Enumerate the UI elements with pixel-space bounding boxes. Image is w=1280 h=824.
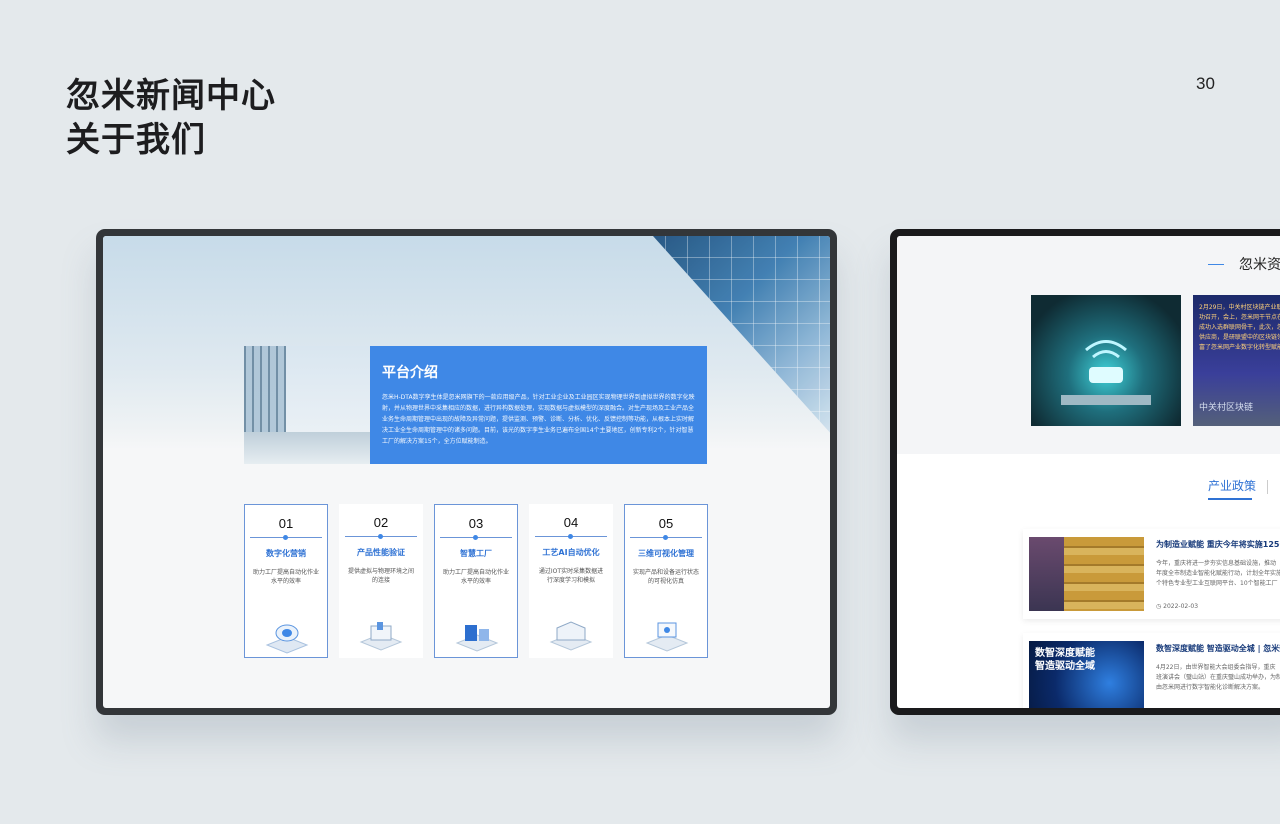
slide-title-line1: 忽米新闻中心: [66, 76, 276, 116]
heading-accent-line: [1208, 264, 1224, 265]
featured-image-blockchain[interactable]: 2月29日，中关村区块链产业联盟大会在北京成功召开，会上，忽米网干节点在本次技术…: [1193, 295, 1280, 426]
warehouse-icon: [549, 621, 593, 651]
active-tab-underline: [1208, 498, 1252, 500]
article-body-line: 由忽米网进行数字智能化诊断解决方案。: [1156, 684, 1265, 691]
article-image-caption: 数智深度赋能 智造驱动全域: [1035, 647, 1095, 673]
right-screen: 忽米资 2月29日，中关村区块链产业联盟大会在北京成功召开，会上，忽米网干节点在…: [897, 236, 1280, 708]
feature-card[interactable]: 03 智慧工厂 助力工厂提高自动化作业水平的效率: [434, 504, 518, 658]
article-title: 数智深度赋能 智造驱动全城 | 忽米数智: [1156, 644, 1280, 653]
article-image-digital: 数智深度赋能 智造驱动全域: [1029, 641, 1144, 708]
news-article[interactable]: 为制造业赋能 重庆今年将实施1250个智 今年，重庆将进一步夯实信息基础设施，推…: [1023, 529, 1280, 619]
article-image-caption-line: 智造驱动全域: [1035, 661, 1095, 672]
card-title: 智慧工厂: [460, 549, 492, 558]
news-heading: 忽米资: [1239, 257, 1280, 273]
lab-station-icon: [359, 622, 403, 651]
article-date-text: 2022-02-03: [1163, 603, 1199, 610]
smart-factory-icon: [455, 625, 499, 652]
card-divider: [250, 535, 322, 540]
feature-card[interactable]: 04 工艺AI自动优化 通过IOT实时采集数据进行深度学习和模拟: [529, 504, 613, 658]
thumb2-text: 2月29日，中关村区块链产业联盟大会在北京成功召开，会上，忽米网干节点在本次技术…: [1199, 304, 1280, 351]
intro-photo: [244, 346, 370, 464]
card-desc: 实现产品和设备运行状态的可视化仿真: [633, 569, 700, 585]
card-divider: [440, 535, 512, 540]
platform-intro-panel: 平台介绍 忽米H-DTA数字孪生体是忽米网旗下的一款应用级产品，针对工业企业及工…: [244, 346, 707, 464]
thumb2-caption: 中关村区块链: [1199, 403, 1254, 413]
card-title: 三维可视化管理: [638, 549, 694, 558]
article-body-line: 4月22日，由世界智能大会组委会指导，重庆: [1156, 664, 1276, 671]
card-number: 03: [468, 516, 484, 531]
article-image-pipes: [1029, 537, 1144, 611]
slide-title: 忽米新闻中心 关于我们: [66, 74, 276, 162]
article-date: ◷ 2022-02-03: [1156, 603, 1199, 610]
article-image-caption-line: 数智深度赋能: [1035, 648, 1095, 659]
card-number: 02: [373, 515, 389, 530]
card-divider: [345, 534, 417, 539]
card-desc: 助力工厂提高自动化作业水平的效率: [253, 569, 320, 585]
feature-cards: 01 数字化营销 助力工厂提高自动化作业水平的效率 02 产品性能验证 提供虚拟…: [244, 504, 708, 658]
card-title: 数字化营销: [266, 549, 306, 558]
feature-card[interactable]: 05 三维可视化管理 实现产品和设备运行状态的可视化仿真: [624, 504, 708, 658]
left-monitor: 平台介绍 忽米H-DTA数字孪生体是忽米网旗下的一款应用级产品，针对工业企业及工…: [96, 229, 837, 715]
card-title: 工艺AI自动优化: [542, 548, 600, 557]
article-body-line: 今年，重庆将进一步夯实信息基础设施，推动: [1156, 560, 1277, 567]
article-title: 为制造业赋能 重庆今年将实施1250个智: [1156, 540, 1280, 549]
card-desc: 提供虚拟与物理环境之间的连接: [347, 568, 414, 584]
card-divider: [630, 535, 702, 540]
sea-image: [244, 432, 370, 464]
page-number: 30: [1196, 74, 1215, 93]
news-article[interactable]: 数智深度赋能 智造驱动全域 数智深度赋能 智造驱动全城 | 忽米数智 4月22日…: [1023, 633, 1280, 708]
intro-body: 忽米H-DTA数字孪生体是忽米网旗下的一款应用级产品，针对工业企业及工业园区实现…: [382, 394, 695, 445]
article-body-line: 班演讲会（璧山站）在重庆璧山成功举办，为制造: [1156, 674, 1280, 681]
article-body-line: 年度全市制造业智能化赋能行动，计划全年实施1250: [1156, 570, 1280, 577]
article-body-line: 个特色专业型工业互联网平台、10个智能工厂: [1156, 580, 1278, 587]
article-body: 今年，重庆将进一步夯实信息基础设施，推动 年度全市制造业智能化赋能行动，计划全年…: [1156, 559, 1280, 589]
card-number: 04: [563, 515, 579, 530]
tab-separator: [1267, 480, 1268, 494]
wifi-car-icon: [1061, 340, 1151, 405]
article-body: 4月22日，由世界智能大会组委会指导，重庆 班演讲会（璧山站）在重庆璧山成功举办…: [1156, 663, 1280, 693]
feature-card[interactable]: 01 数字化营销 助力工厂提高自动化作业水平的效率: [244, 504, 328, 658]
intro-text: 平台介绍 忽米H-DTA数字孪生体是忽米网旗下的一款应用级产品，针对工业企业及工…: [370, 346, 707, 464]
slide-title-line2: 关于我们: [66, 120, 206, 160]
card-number: 05: [658, 516, 674, 531]
left-screen: 平台介绍 忽米H-DTA数字孪生体是忽米网旗下的一款应用级产品，针对工业企业及工…: [103, 236, 830, 708]
3d-visualization-icon: [645, 622, 689, 652]
tab-industry-policy[interactable]: 产业政策: [1208, 477, 1256, 494]
card-divider: [535, 534, 607, 539]
card-number: 01: [278, 516, 294, 531]
feature-card[interactable]: 02 产品性能验证 提供虚拟与物理环境之间的连接: [339, 504, 423, 658]
cloud-device-icon: [265, 624, 309, 654]
right-monitor: 忽米资 2月29日，中关村区块链产业联盟大会在北京成功召开，会上，忽米网干节点在…: [890, 229, 1280, 715]
card-desc: 助力工厂提高自动化作业水平的效率: [443, 569, 510, 585]
intro-title: 平台介绍: [382, 365, 438, 381]
featured-image-smart-car[interactable]: [1031, 295, 1181, 426]
card-title: 产品性能验证: [357, 548, 405, 557]
card-desc: 通过IOT实时采集数据进行深度学习和模拟: [538, 568, 604, 584]
